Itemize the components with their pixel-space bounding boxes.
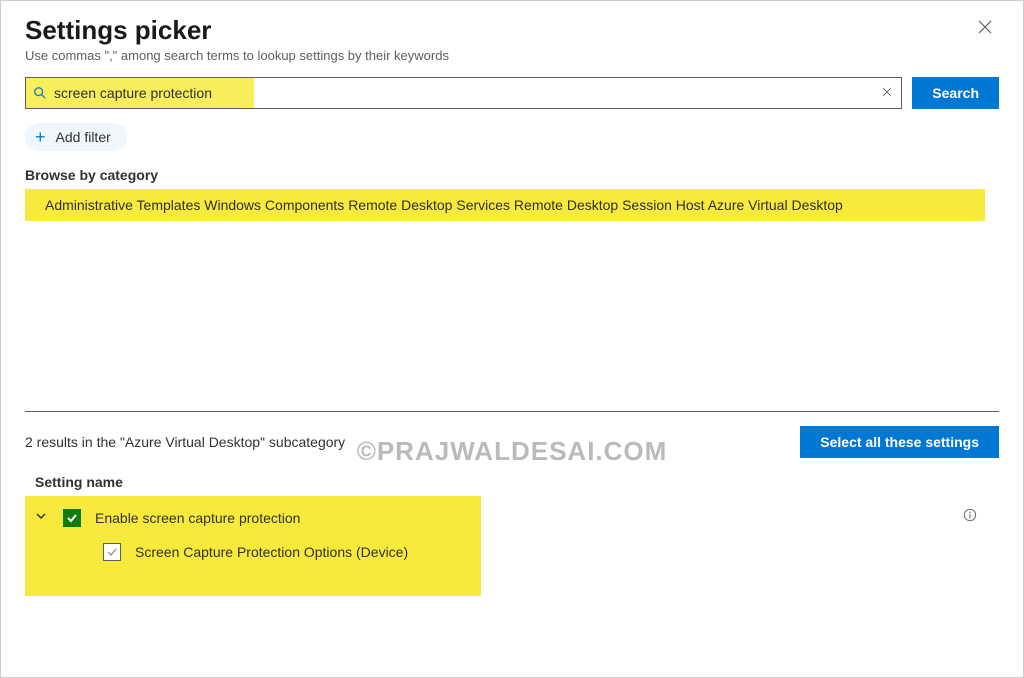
category-breadcrumb[interactable]: Administrative Templates Windows Compone…: [25, 189, 985, 221]
setting-checkbox[interactable]: [103, 543, 121, 561]
add-filter-button[interactable]: + Add filter: [25, 123, 127, 151]
info-button[interactable]: [963, 508, 989, 527]
search-icon: [26, 86, 54, 100]
chevron-down-icon: [35, 510, 47, 522]
column-header-setting-name: Setting name: [25, 474, 999, 490]
select-all-button[interactable]: Select all these settings: [800, 426, 999, 458]
plus-icon: +: [35, 128, 46, 146]
page-subtitle: Use commas "," among search terms to loo…: [25, 48, 449, 63]
results-summary: 2 results in the "Azure Virtual Desktop"…: [25, 434, 345, 450]
setting-label: Screen Capture Protection Options (Devic…: [135, 544, 989, 560]
setting-label: Enable screen capture protection: [95, 510, 949, 526]
clear-icon: [881, 86, 893, 98]
clear-search-button[interactable]: [873, 85, 901, 101]
setting-checkbox[interactable]: [63, 509, 81, 527]
checkmark-icon: [66, 512, 78, 524]
result-row[interactable]: Enable screen capture protection: [25, 500, 999, 535]
page-title: Settings picker: [25, 15, 449, 46]
browse-by-category-label: Browse by category: [25, 167, 999, 183]
section-divider: [25, 411, 999, 412]
add-filter-label: Add filter: [56, 129, 111, 145]
search-button[interactable]: Search: [912, 77, 999, 109]
expand-toggle[interactable]: [35, 509, 49, 527]
search-box[interactable]: [25, 77, 902, 109]
result-sub-row[interactable]: Screen Capture Protection Options (Devic…: [25, 535, 999, 569]
info-icon: [963, 508, 977, 522]
close-icon: [977, 19, 993, 35]
search-input[interactable]: [54, 78, 873, 108]
checkmark-icon: [106, 546, 118, 558]
close-button[interactable]: [971, 15, 999, 42]
